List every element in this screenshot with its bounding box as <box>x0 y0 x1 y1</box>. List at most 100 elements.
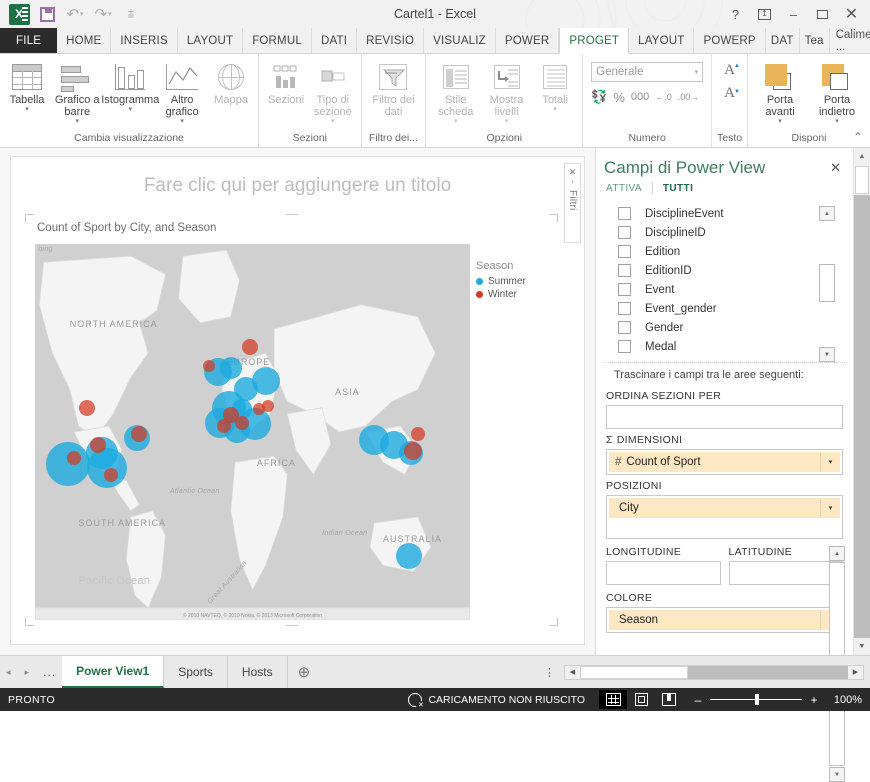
ribbon-button-tile-type[interactable]: Tipo di sezione ▾ <box>309 58 356 128</box>
map-bubble-summer[interactable] <box>45 441 90 486</box>
field-checkbox[interactable] <box>618 340 631 353</box>
decrease-decimal-icon[interactable]: .00→ <box>678 92 700 102</box>
report-title-placeholder[interactable]: Fare clic qui per aggiungere un titolo <box>11 157 584 197</box>
chevron-right-icon[interactable]: › <box>571 177 574 187</box>
zone-box-size[interactable]: # Count of Sport ▾ <box>606 449 843 475</box>
ribbon-button-show-levels[interactable]: Mostra livelli ▾ <box>481 58 532 128</box>
tab-data-2[interactable]: DAT <box>766 28 800 53</box>
map-bubble-summer[interactable] <box>396 543 423 570</box>
ribbon-button-card-style[interactable]: Stile scheda ▾ <box>430 58 481 128</box>
ribbon-button-slicer[interactable]: Filtro dei dati <box>366 58 422 120</box>
ribbon-button-bar-chart[interactable]: Grafico a barre ▾ <box>50 58 105 128</box>
map-visualization[interactable]: Count of Sport by City, and Season bing <box>25 214 558 626</box>
map-bubble-winter[interactable] <box>90 437 107 454</box>
zone-box-locations[interactable]: City ▾ <box>606 495 843 539</box>
chevron-down-icon[interactable]: ▾ <box>778 118 782 126</box>
close-icon[interactable]: ✕ <box>826 158 845 178</box>
sheet-tab-hosts[interactable]: Hosts <box>228 656 288 688</box>
field-item[interactable]: Gender <box>618 318 853 337</box>
map-bubble-winter[interactable] <box>104 468 119 483</box>
percent-icon[interactable]: % <box>613 90 625 105</box>
close-button[interactable]: ✕ <box>837 1 866 27</box>
tab-powerpivot[interactable]: POWERP <box>694 28 766 53</box>
map-bubble-winter[interactable] <box>242 339 259 356</box>
map-bubble-winter[interactable] <box>79 399 96 416</box>
resize-handle-tm[interactable] <box>285 214 298 223</box>
map-bubble-winter[interactable] <box>234 415 249 430</box>
scrollbar-thumb[interactable] <box>580 665 688 679</box>
field-checkbox[interactable] <box>618 207 631 220</box>
scroll-up-icon[interactable]: ▲ <box>819 206 835 221</box>
zoom-slider[interactable] <box>710 694 802 705</box>
field-checkbox[interactable] <box>618 283 631 296</box>
map-bubble-summer[interactable] <box>86 447 127 488</box>
ribbon-button-map[interactable]: Mappa <box>208 58 254 108</box>
legend-item[interactable]: Summer <box>476 276 552 287</box>
zoom-level-label[interactable]: 100% <box>826 694 862 706</box>
tab-view[interactable]: VISUALIZ <box>424 28 496 53</box>
sheet-tab-power-view1[interactable]: Power View1 <box>62 656 165 688</box>
field-checkbox[interactable] <box>618 321 631 334</box>
field-item[interactable]: Event <box>618 280 853 299</box>
add-sheet-icon[interactable]: ⊕ <box>288 656 321 688</box>
currency-icon[interactable]: 💱 <box>591 89 607 105</box>
map-bubble-winter[interactable] <box>261 399 274 412</box>
ribbon-button-bring-forward[interactable]: Porta avanti ▾ <box>752 58 808 128</box>
chevron-down-icon[interactable]: ▾ <box>695 68 699 76</box>
tab-layout[interactable]: LAYOUT <box>178 28 244 53</box>
field-checkbox[interactable] <box>618 245 631 258</box>
horizontal-scrollbar[interactable]: ◀ ▶ <box>564 664 864 680</box>
resize-handle-tr[interactable] <box>549 214 558 223</box>
scroll-up-icon[interactable]: ▲ <box>829 546 845 561</box>
field-checkbox[interactable] <box>618 226 631 239</box>
tab-design[interactable]: PROGET <box>559 28 630 54</box>
tab-all-fields[interactable]: TUTTI <box>663 183 693 194</box>
window-vertical-scrollbar[interactable]: ▲ ▼ <box>853 148 870 655</box>
chevron-down-icon[interactable]: ▾ <box>820 498 840 518</box>
resize-handle-bl[interactable] <box>25 617 34 626</box>
ribbon-button-table[interactable]: Tabella ▾ <box>4 58 50 116</box>
close-icon[interactable]: ✕ <box>569 167 577 177</box>
tab-team[interactable]: Tea <box>800 28 830 53</box>
chevron-down-icon[interactable]: ▾ <box>820 452 840 472</box>
split-grip-icon[interactable]: ⋮ <box>544 666 556 679</box>
map-bubble-summer[interactable] <box>251 367 280 396</box>
field-item[interactable]: DisciplineID <box>618 223 853 242</box>
field-item[interactable]: EditionID <box>618 261 853 280</box>
legend-item[interactable]: Winter <box>476 289 552 300</box>
increase-decimal-icon[interactable]: ←.0 <box>655 92 672 102</box>
map-bubble-summer[interactable] <box>219 357 242 380</box>
minimize-button[interactable]: – <box>779 1 808 27</box>
tab-home[interactable]: HOME <box>57 28 112 53</box>
scroll-down-icon[interactable]: ▼ <box>819 347 835 362</box>
save-icon[interactable] <box>34 3 60 25</box>
account-area[interactable]: Calimero ... ▾ <box>830 28 870 53</box>
resize-handle-tl[interactable] <box>25 214 34 223</box>
ribbon-button-tiles[interactable]: Sezioni <box>263 58 309 108</box>
sheet-tab-sports[interactable]: Sports <box>164 656 228 688</box>
restore-button[interactable] <box>808 1 837 27</box>
field-pill-season[interactable]: Season ▾ <box>609 610 840 630</box>
field-list-scrollbar[interactable]: ▲ ▼ <box>819 206 835 362</box>
zoom-slider-thumb[interactable] <box>755 694 759 705</box>
scrollbar-thumb[interactable] <box>819 264 835 302</box>
tab-power[interactable]: POWER <box>496 28 560 53</box>
zone-box-color[interactable]: Season ▾ <box>606 607 843 633</box>
tab-active-fields[interactable]: ATTIVA <box>606 183 642 194</box>
ribbon-display-options-icon[interactable]: ↥ <box>750 1 779 27</box>
scrollbar-track[interactable] <box>854 195 870 638</box>
tab-layout-2[interactable]: LAYOUT <box>629 28 695 53</box>
ribbon-button-send-backward[interactable]: Porta indietro ▾ <box>808 58 866 128</box>
map-bubble-winter[interactable] <box>203 360 215 373</box>
decrease-font-size-icon[interactable]: A <box>724 85 740 102</box>
scroll-down-icon[interactable]: ▼ <box>854 638 870 655</box>
page-layout-view-icon[interactable] <box>627 690 655 709</box>
tab-formulas[interactable]: FORMUL <box>243 28 312 53</box>
chevron-down-icon[interactable]: ▾ <box>331 118 335 126</box>
map-bubble-winter[interactable] <box>67 451 82 466</box>
tab-data[interactable]: DATI <box>312 28 358 53</box>
tab-review[interactable]: REVISIO <box>357 28 425 53</box>
chevron-down-icon[interactable]: ▾ <box>129 106 133 114</box>
ribbon-button-other-chart[interactable]: Altro grafico ▾ <box>156 58 208 128</box>
scrollbar-thumb[interactable] <box>855 166 869 194</box>
